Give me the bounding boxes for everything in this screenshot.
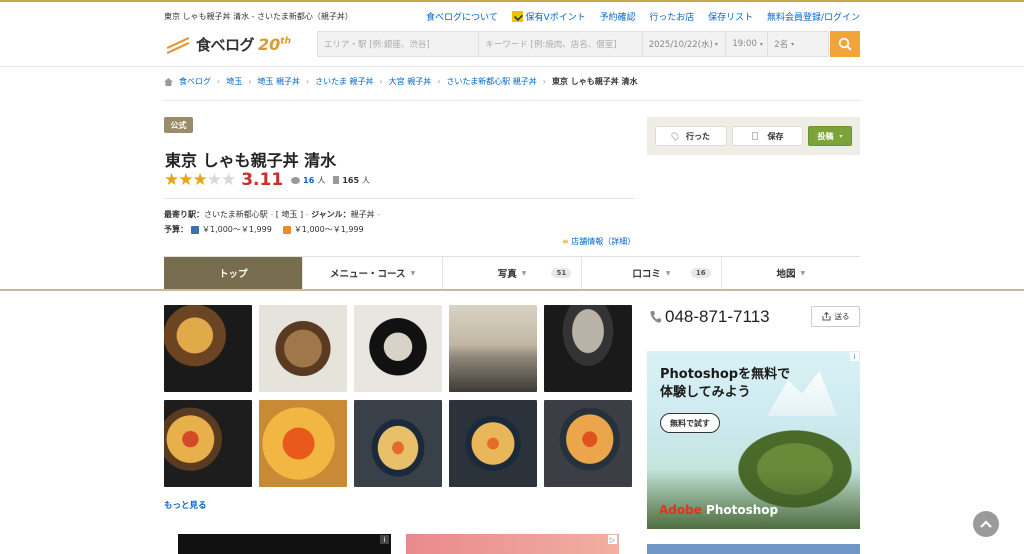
date-select[interactable]: 2025/10/22(水) ▾ bbox=[643, 32, 727, 56]
ad-brand: Adobe Photoshop bbox=[659, 503, 779, 517]
header-links: 食べログについて 保有Vポイント 予約確認 行ったお店 保存リスト 無料会員登録… bbox=[426, 10, 860, 23]
login-link[interactable]: 無料会員登録/ログイン bbox=[767, 10, 860, 23]
ad-title: Photoshopを無料で 体験してみよう bbox=[660, 367, 791, 401]
search-bar: エリア・駅 [例:銀座、渋谷] キーワード [例:焼肉、店名、個室] 2025/… bbox=[317, 31, 829, 57]
location-pin-icon bbox=[670, 131, 680, 141]
chevron-up-icon bbox=[980, 520, 992, 528]
tab-map[interactable]: 地図 ▼ bbox=[722, 257, 860, 289]
people-select[interactable]: 2名 ▾ bbox=[768, 32, 828, 56]
breadcrumb-item-saitama[interactable]: 埼玉 bbox=[226, 76, 242, 87]
photo-thumbnail[interactable] bbox=[164, 400, 252, 487]
action-box: 行った 保存 投稿 ▾ bbox=[647, 117, 860, 155]
budget-row: 予算： ￥1,000～￥1,999 ￥1,000～￥1,999 bbox=[164, 225, 364, 234]
vpoint-label: 保有Vポイント bbox=[525, 13, 586, 23]
shop-info-link[interactable]: ≡ 店舗情報（詳細） bbox=[562, 236, 635, 247]
breadcrumb-item-saitama-oyakodon[interactable]: 埼玉 親子丼 bbox=[257, 76, 300, 87]
lunch-icon bbox=[282, 225, 291, 234]
home-icon bbox=[164, 77, 173, 86]
bookmark-icon bbox=[751, 132, 758, 140]
advertisement[interactable]: i Photoshopを無料で 体験してみよう 無料で試す Adobe Photo… bbox=[647, 351, 860, 529]
area-tag: [ 埼玉 ] bbox=[275, 210, 304, 219]
tab-top[interactable]: トップ bbox=[164, 257, 304, 289]
chopsticks-icon bbox=[164, 36, 192, 54]
save-count: 165 人 bbox=[333, 175, 370, 186]
video-ad[interactable]: i bbox=[178, 534, 391, 554]
ad-cta-button[interactable]: 無料で試す bbox=[660, 413, 720, 433]
meta-divider bbox=[164, 198, 634, 199]
save-button[interactable]: 保存 bbox=[732, 126, 803, 146]
share-icon bbox=[822, 312, 830, 321]
chevron-down-icon: ▼ bbox=[521, 269, 527, 277]
bookmark-icon bbox=[333, 176, 340, 184]
area-input[interactable]: エリア・駅 [例:銀座、渋谷] bbox=[318, 32, 480, 56]
phone-number[interactable]: 048-871-7113 bbox=[650, 307, 770, 327]
logo-text: 食べログ bbox=[196, 36, 255, 54]
photo-thumbnail[interactable] bbox=[259, 400, 347, 487]
shop-meta: 最寄り駅：さいたま新都心駅 - [ 埼玉 ] - ジャンル：親子丼 - bbox=[164, 210, 381, 219]
breadcrumb-item-tabelog[interactable]: 食べログ bbox=[179, 76, 211, 87]
breadcrumb-item-omiya-oyakodon[interactable]: 大宮 親子丼 bbox=[389, 76, 432, 87]
chevron-down-icon: ▼ bbox=[410, 269, 416, 277]
rating-score: 3.11 bbox=[241, 170, 284, 190]
breadcrumb-divider bbox=[164, 100, 860, 101]
phone-icon bbox=[650, 311, 661, 323]
photo-thumbnail[interactable] bbox=[354, 400, 442, 487]
breadcrumb-item-saitama-city-oyakodon[interactable]: さいたま 親子丼 bbox=[315, 76, 373, 87]
photo-thumbnail[interactable] bbox=[449, 305, 537, 392]
breadcrumb-current: 東京 しゃも親子丼 清水 bbox=[551, 77, 638, 86]
station-link[interactable]: さいたま新都心駅 bbox=[204, 210, 268, 219]
header-divider bbox=[0, 66, 1024, 67]
top-accent-line bbox=[0, 0, 1024, 2]
tab-underline bbox=[0, 289, 1024, 291]
photo-grid bbox=[164, 305, 632, 487]
photo-thumbnail[interactable] bbox=[164, 305, 252, 392]
breadcrumb-item-station-oyakodon[interactable]: さいたま新都心駅 親子丼 bbox=[446, 76, 536, 87]
scroll-to-top-button[interactable] bbox=[973, 511, 999, 537]
rating-row: ★★★★★ 3.11 16 人 165 人 bbox=[164, 170, 378, 190]
vpoint-link[interactable]: 保有Vポイント bbox=[511, 10, 586, 23]
budget-lunch: ￥1,000～￥1,999 bbox=[293, 225, 364, 234]
post-button[interactable]: 投稿 ▾ bbox=[808, 126, 852, 146]
chevron-down-icon: ▼ bbox=[665, 269, 671, 277]
tab-menu[interactable]: メニュー・コース ▼ bbox=[303, 257, 443, 289]
tab-photos[interactable]: 写真 ▼ 51 bbox=[443, 257, 583, 289]
tab-reviews[interactable]: 口コミ ▼ 16 bbox=[582, 257, 722, 289]
visited-link[interactable]: 行ったお店 bbox=[649, 10, 694, 23]
more-photos-link[interactable]: もっと見る bbox=[164, 499, 207, 511]
star-rating: ★★★★★ bbox=[164, 170, 236, 190]
ad-info-icon[interactable]: i bbox=[850, 352, 859, 361]
page-heading: 東京 しゃも親子丼 清水 - さいたま新都心（親子丼） bbox=[164, 12, 353, 21]
reservation-link[interactable]: 予約確認 bbox=[600, 10, 636, 23]
breadcrumb: 食べログ › 埼玉 › 埼玉 親子丼 › さいたま 親子丼 › 大宮 親子丼 › さいたま… bbox=[164, 76, 638, 87]
shop-name: 東京 しゃも親子丼 清水 bbox=[165, 151, 337, 170]
about-link[interactable]: 食べログについて bbox=[426, 10, 498, 23]
dinner-icon bbox=[191, 225, 199, 234]
keyword-input[interactable]: キーワード [例:焼肉、店名、個室] bbox=[479, 32, 643, 56]
banner-ad[interactable]: ▷ bbox=[406, 534, 619, 554]
official-badge: 公式 bbox=[164, 117, 193, 133]
review-count-badge: 16 bbox=[690, 268, 711, 278]
tabelog-logo[interactable]: 食べログ 20th bbox=[164, 34, 291, 55]
chevron-down-icon: ▼ bbox=[800, 269, 806, 277]
photo-thumbnail[interactable] bbox=[259, 305, 347, 392]
photo-thumbnail[interactable] bbox=[544, 400, 632, 487]
budget-dinner: ￥1,000～￥1,999 bbox=[202, 225, 272, 234]
genre-link[interactable]: 親子丼 bbox=[351, 210, 375, 219]
photo-count-badge: 51 bbox=[551, 268, 572, 278]
comment-icon bbox=[291, 176, 301, 184]
photo-thumbnail[interactable] bbox=[449, 400, 537, 487]
vpoint-icon bbox=[511, 11, 523, 22]
photo-thumbnail[interactable] bbox=[544, 305, 632, 392]
search-icon bbox=[838, 37, 852, 51]
advertisement-2[interactable] bbox=[647, 544, 860, 554]
share-button[interactable]: 送る bbox=[811, 306, 860, 327]
photo-thumbnail[interactable] bbox=[354, 305, 442, 392]
time-select[interactable]: 19:00 ▾ bbox=[726, 32, 769, 56]
anniversary-badge: 20th bbox=[258, 35, 291, 54]
review-count[interactable]: 16 人 bbox=[291, 175, 325, 186]
saved-list-link[interactable]: 保存リスト bbox=[708, 10, 753, 23]
shop-tabs: トップ メニュー・コース ▼ 写真 ▼ 51 口コミ ▼ 16 地図 ▼ bbox=[164, 256, 860, 289]
went-button[interactable]: 行った bbox=[655, 126, 727, 146]
search-button[interactable] bbox=[830, 31, 860, 57]
